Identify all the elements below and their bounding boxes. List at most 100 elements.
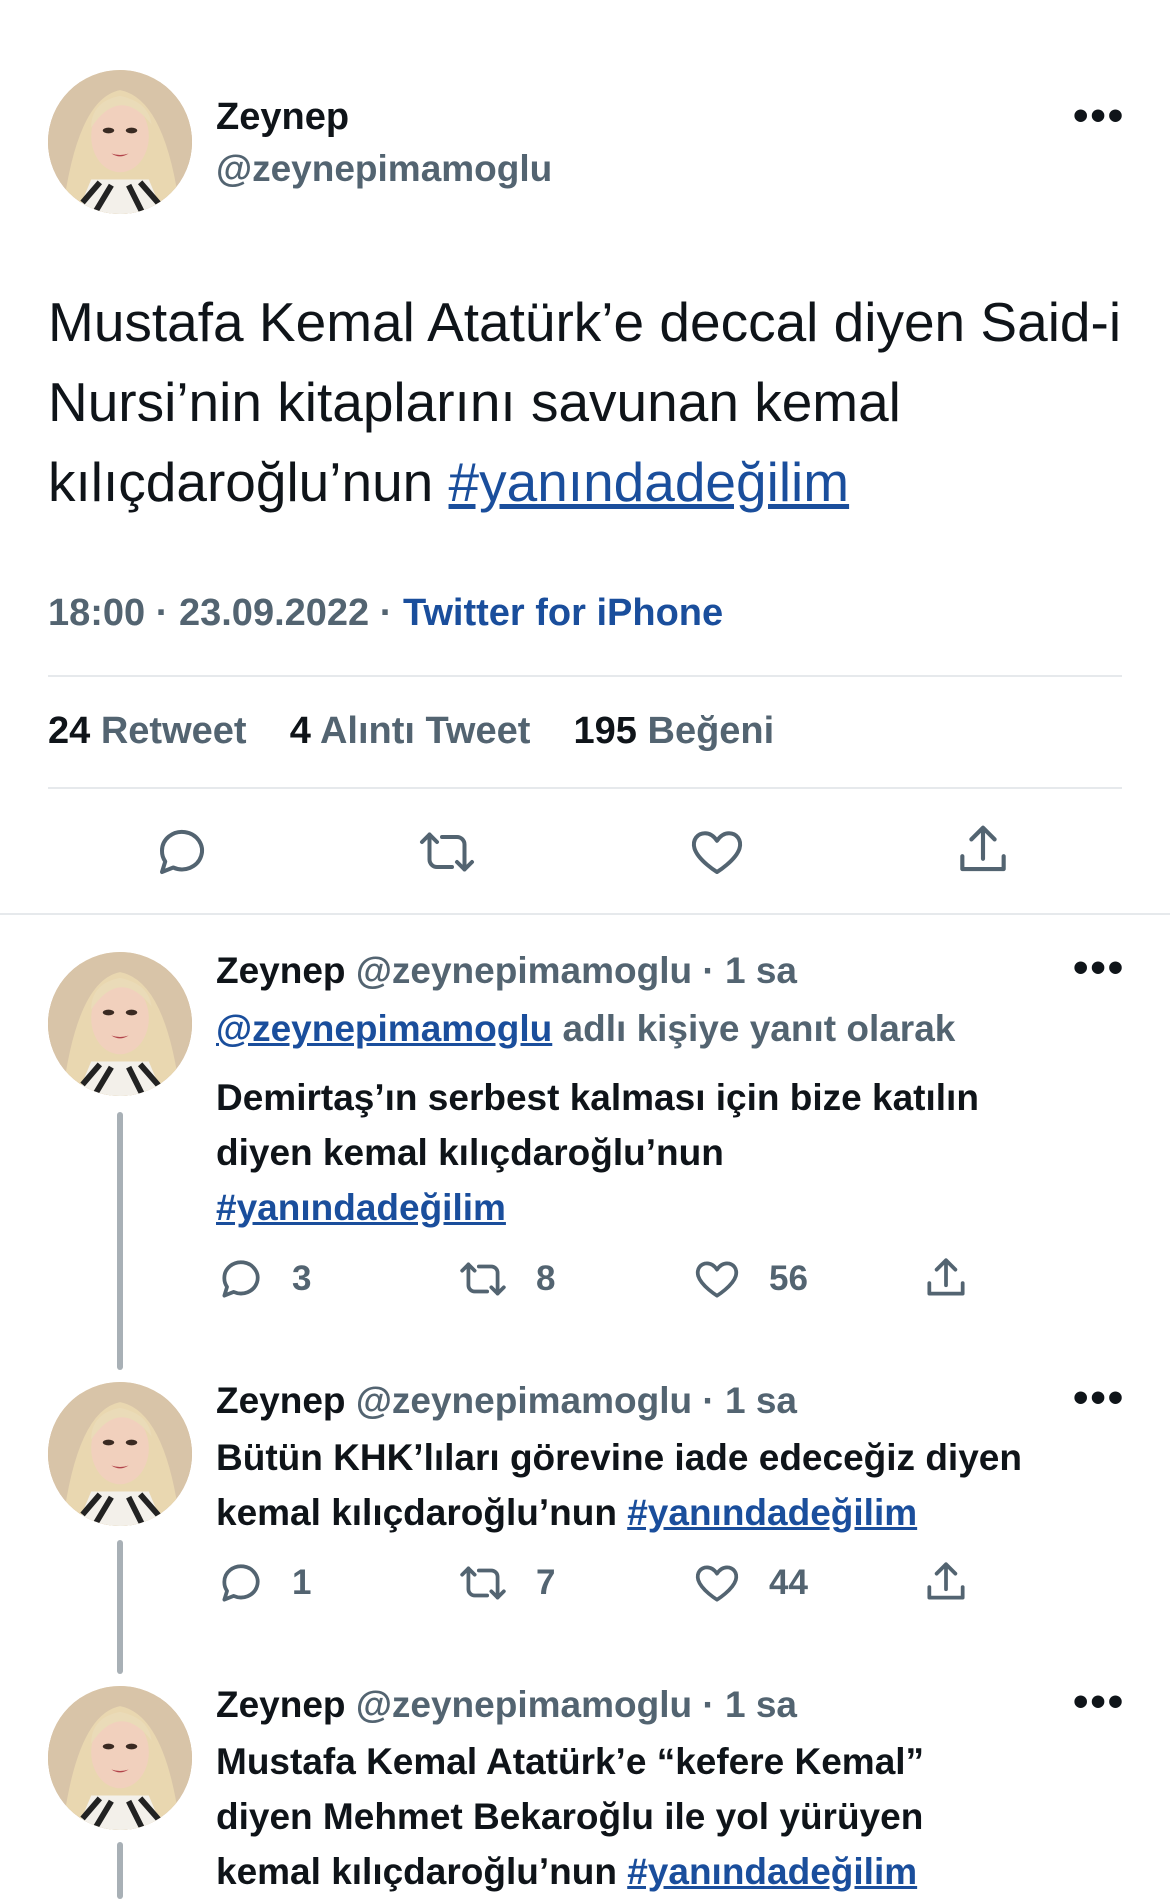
reply-header: Zeynep @zeynepimamoglu · 1 sa <box>216 950 797 992</box>
reply-text-line: Demirtaş’ın serbest kalması için bize ka… <box>216 1077 979 1118</box>
reply-author-handle[interactable]: @zeynepimamoglu <box>356 1380 692 1421</box>
reply-count: 3 <box>292 1259 312 1298</box>
reply-text-line: kemal kılıçdaroğlu’nun <box>216 1851 617 1892</box>
retweet-arrows-icon <box>460 1566 506 1600</box>
share-button[interactable] <box>921 1254 971 1304</box>
retweets-count: 24 <box>48 710 91 752</box>
reply-button[interactable]: 3 <box>216 1254 456 1304</box>
reply-text: Bütün KHK’lıları görevine iade edeceğiz … <box>216 1430 1022 1540</box>
tweet-meta: 18:00 · 23.09.2022 · Twitter for iPhone <box>48 592 723 635</box>
avatar-photo <box>48 952 192 1096</box>
heart-icon <box>695 1565 739 1602</box>
tweet-text: Mustafa Kemal Atatürk’e deccal diyen Sai… <box>48 282 1138 522</box>
reply-text-line: diyen kemal kılıçdaroğlu’nun <box>216 1132 724 1173</box>
reply-avatar[interactable] <box>48 1382 192 1526</box>
like-button[interactable] <box>686 822 748 882</box>
author-name[interactable]: Zeynep <box>216 96 349 139</box>
reply-time[interactable]: · 1 sa <box>702 950 797 991</box>
avatar-photo <box>48 70 192 214</box>
reply-button[interactable] <box>152 822 212 882</box>
like-button[interactable]: 44 <box>691 1558 921 1608</box>
author-handle[interactable]: @zeynepimamoglu <box>216 148 552 190</box>
share-button[interactable] <box>921 1558 971 1608</box>
reply-author-handle[interactable]: @zeynepimamoglu <box>356 1684 692 1725</box>
reply-author-name[interactable]: Zeynep <box>216 950 346 991</box>
reply-bubble-icon <box>222 1564 260 1602</box>
reply-author-handle[interactable]: @zeynepimamoglu <box>356 950 692 991</box>
like-button[interactable]: 56 <box>691 1254 921 1304</box>
reply-time[interactable]: · 1 sa <box>702 1684 797 1725</box>
retweet-count: 7 <box>536 1563 556 1602</box>
retweet-button[interactable]: 8 <box>456 1254 691 1304</box>
reply-button[interactable]: 1 <box>216 1558 456 1608</box>
hashtag-link[interactable]: #yanındadeğilim <box>216 1180 979 1235</box>
hashtag-link[interactable]: #yanındadeğilim <box>627 1492 917 1533</box>
section-divider <box>0 913 1170 915</box>
like-count: 56 <box>769 1259 808 1298</box>
likes-count: 195 <box>573 710 637 752</box>
reply-to-handle-link[interactable]: @zeynepimamoglu <box>216 1008 552 1049</box>
more-options-button[interactable]: ••• <box>1073 94 1125 138</box>
reply-avatar[interactable] <box>48 1686 192 1830</box>
more-options-button[interactable]: ••• <box>1073 1376 1125 1420</box>
divider <box>48 675 1122 677</box>
likes-label: Beğeni <box>647 710 775 752</box>
quotes-stat[interactable]: 4 Alıntı Tweet <box>290 710 531 752</box>
reply-to-text: adlı kişiye yanıt olarak <box>562 1008 956 1049</box>
tweet-date[interactable]: 23.09.2022 <box>179 592 369 634</box>
reply-time[interactable]: · 1 sa <box>702 1380 797 1421</box>
divider <box>48 787 1122 789</box>
reply-text-line: Mustafa Kemal Atatürk’e “kefere Kemal” <box>216 1741 925 1782</box>
reply-header: Zeynep @zeynepimamoglu · 1 sa <box>216 1684 797 1726</box>
replying-to: @zeynepimamoglu adlı kişiye yanıt olarak <box>216 1008 955 1050</box>
likes-stat[interactable]: 195 Beğeni <box>574 710 775 752</box>
avatar-photo <box>48 1382 192 1526</box>
retweet-button[interactable]: 7 <box>456 1558 691 1608</box>
reply-text-line: Bütün KHK’lıları görevine iade edeceğiz … <box>216 1437 1022 1478</box>
retweet-button[interactable] <box>415 822 479 882</box>
thread-connector <box>117 1540 123 1674</box>
heart-icon <box>695 1261 739 1298</box>
hashtag-link[interactable]: #yanındadeğilim <box>449 451 850 513</box>
tweet-source-link[interactable]: Twitter for iPhone <box>403 592 723 634</box>
retweet-arrows-icon <box>420 832 474 872</box>
share-button[interactable] <box>952 820 1014 882</box>
reply-bubble-icon <box>222 1260 260 1298</box>
more-horizontal-icon: ••• <box>1073 943 1126 992</box>
reply-actions: 1 7 44 <box>216 1558 971 1608</box>
reply-actions: 3 8 56 <box>216 1254 971 1304</box>
reply-author-name[interactable]: Zeynep <box>216 1684 346 1725</box>
thread-connector <box>117 1842 123 1899</box>
reply-text-line: diyen Mehmet Bekaroğlu ile yol yürüyen <box>216 1796 924 1837</box>
reply-bubble-icon <box>159 829 204 874</box>
avatar-photo <box>48 1686 192 1830</box>
retweet-arrows-icon <box>460 1262 506 1296</box>
reply-text: Mustafa Kemal Atatürk’e “kefere Kemal” d… <box>216 1734 924 1899</box>
meta-separator: · <box>155 592 169 634</box>
tweet-time[interactable]: 18:00 <box>48 592 145 634</box>
quotes-count: 4 <box>289 710 311 752</box>
reply-count: 1 <box>292 1563 312 1602</box>
thread-connector <box>117 1112 123 1370</box>
reply-text-line: kemal kılıçdaroğlu’nun <box>216 1492 617 1533</box>
tweet-stats: 24 Retweet 4 Alıntı Tweet 195 Beğeni <box>48 710 774 753</box>
reply-text: Demirtaş’ın serbest kalması için bize ka… <box>216 1070 979 1235</box>
author-avatar[interactable] <box>48 70 192 214</box>
quotes-label: Alıntı Tweet <box>319 710 531 752</box>
retweet-count: 8 <box>536 1259 556 1298</box>
retweets-stat[interactable]: 24 Retweet <box>48 710 247 752</box>
meta-separator: · <box>379 592 393 634</box>
more-options-button[interactable]: ••• <box>1073 1680 1125 1724</box>
reply-avatar[interactable] <box>48 952 192 1096</box>
heart-icon <box>691 831 743 874</box>
share-upload-icon <box>960 825 1006 872</box>
share-upload-icon <box>927 1258 965 1296</box>
retweets-label: Retweet <box>100 710 247 752</box>
more-horizontal-icon: ••• <box>1073 1677 1126 1726</box>
more-options-button[interactable]: ••• <box>1073 946 1125 990</box>
hashtag-link[interactable]: #yanındadeğilim <box>627 1851 917 1892</box>
more-horizontal-icon: ••• <box>1073 91 1126 140</box>
reply-header: Zeynep @zeynepimamoglu · 1 sa <box>216 1380 797 1422</box>
share-upload-icon <box>927 1562 965 1600</box>
reply-author-name[interactable]: Zeynep <box>216 1380 346 1421</box>
